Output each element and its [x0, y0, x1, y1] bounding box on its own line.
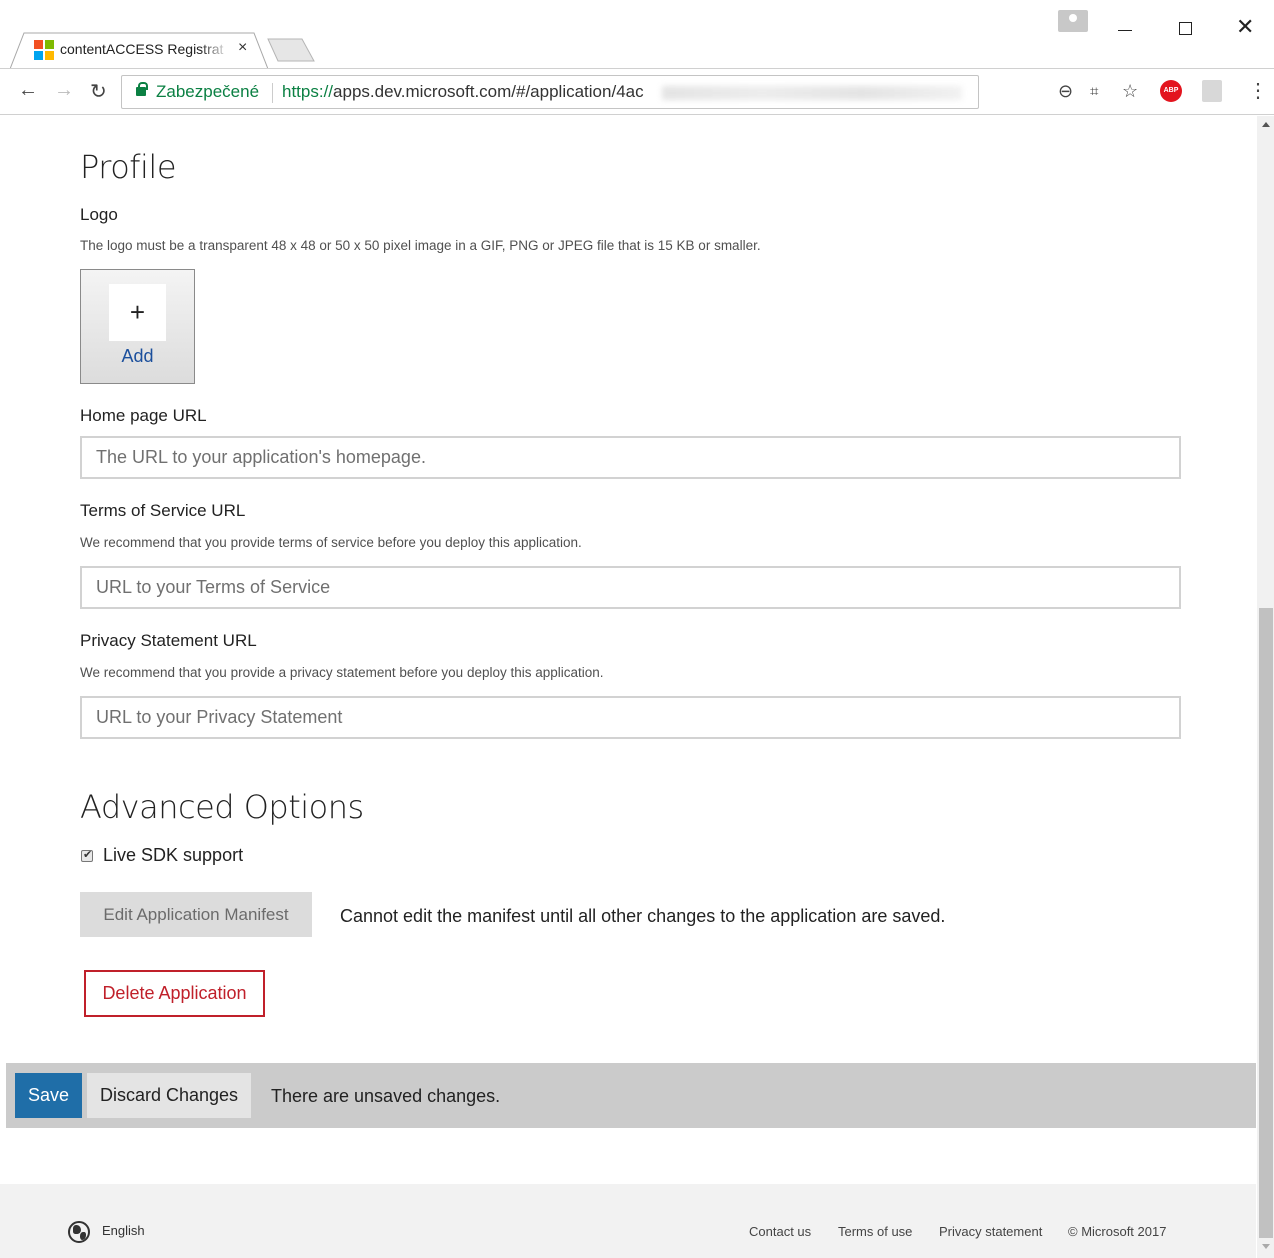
- browser-toolbar: ← → ↻ Zabezpečené https://apps.dev.micro…: [0, 68, 1274, 115]
- tos-label: Terms of Service URL: [80, 501, 246, 520]
- forward-arrow-icon[interactable]: →: [54, 79, 74, 102]
- save-button[interactable]: Save: [15, 1073, 82, 1118]
- privacy-label: Privacy Statement URL: [80, 631, 257, 650]
- logo-label: Logo: [80, 205, 118, 224]
- zoom-icon[interactable]: ⊖: [1058, 81, 1073, 102]
- profile-heading: Profile: [80, 148, 177, 186]
- privacy-statement-link[interactable]: Privacy statement: [939, 1224, 1042, 1239]
- delete-application-button[interactable]: Delete Application: [84, 970, 265, 1017]
- window-close-icon[interactable]: ✕: [1236, 14, 1254, 40]
- globe-icon[interactable]: [68, 1221, 90, 1243]
- url-redacted: [662, 86, 962, 100]
- scroll-up-icon[interactable]: [1262, 122, 1270, 127]
- back-arrow-icon[interactable]: ←: [18, 79, 38, 102]
- new-tab-button[interactable]: [266, 38, 316, 62]
- copyright: © Microsoft 2017: [1068, 1224, 1167, 1239]
- lock-icon: [136, 82, 148, 96]
- url-path: apps.dev.microsoft.com/#/application/4ac: [333, 82, 644, 101]
- tos-url-input[interactable]: [80, 566, 1181, 609]
- microsoft-logo-icon: [34, 40, 54, 60]
- logo-placeholder: +: [109, 284, 166, 341]
- privacy-url-input[interactable]: [80, 696, 1181, 739]
- profile-avatar-icon[interactable]: [1058, 10, 1088, 32]
- url-scheme: https://: [282, 82, 334, 101]
- unsaved-status: There are unsaved changes.: [271, 1086, 501, 1106]
- pdf-icon[interactable]: [1202, 80, 1222, 102]
- logo-hint: The logo must be a transparent 48 x 48 o…: [80, 238, 761, 253]
- language-selector[interactable]: English: [102, 1223, 145, 1238]
- address-separator: [272, 83, 273, 103]
- reload-icon[interactable]: ↻: [90, 79, 107, 104]
- star-icon[interactable]: ☆: [1122, 81, 1138, 102]
- tos-hint: We recommend that you provide terms of s…: [80, 535, 582, 550]
- live-sdk-label[interactable]: Live SDK support: [103, 845, 243, 866]
- live-sdk-checkbox[interactable]: [81, 848, 93, 862]
- tab-close-icon[interactable]: ×: [238, 39, 247, 57]
- window-maximize-icon[interactable]: [1179, 22, 1192, 35]
- contact-us-link[interactable]: Contact us: [749, 1224, 811, 1239]
- secure-label: Zabezpečené: [156, 82, 260, 101]
- scroll-down-icon[interactable]: [1262, 1244, 1270, 1249]
- homepage-url-input[interactable]: [80, 436, 1181, 479]
- manifest-note: Cannot edit the manifest until all other…: [340, 906, 946, 926]
- adblock-icon[interactable]: ABP: [1160, 80, 1182, 102]
- plus-icon: +: [129, 297, 146, 327]
- terms-of-use-link[interactable]: Terms of use: [838, 1224, 912, 1239]
- browser-titlebar: contentACCESS Registrat × ✕: [0, 0, 1274, 69]
- save-bar: Save Discard Changes There are unsaved c…: [6, 1063, 1256, 1128]
- discard-changes-button[interactable]: Discard Changes: [87, 1073, 251, 1118]
- privacy-hint: We recommend that you provide a privacy …: [80, 665, 604, 680]
- menu-icon[interactable]: ⋮: [1248, 78, 1268, 103]
- tab-title-fade: [200, 38, 230, 60]
- scrollbar-thumb[interactable]: [1259, 608, 1273, 1238]
- add-logo-label: Add: [121, 346, 154, 366]
- translate-icon[interactable]: ⌗: [1090, 83, 1098, 100]
- window-minimize-icon[interactable]: [1118, 30, 1132, 31]
- add-logo-button[interactable]: + Add: [80, 269, 195, 384]
- homepage-label: Home page URL: [80, 406, 207, 425]
- footer: English Contact us Terms of use Privacy …: [0, 1184, 1256, 1258]
- url-text: https://apps.dev.microsoft.com/#/applica…: [282, 82, 644, 102]
- address-bar[interactable]: Zabezpečené https://apps.dev.microsoft.c…: [121, 75, 979, 109]
- advanced-options-heading: Advanced Options: [80, 788, 364, 826]
- edit-manifest-button[interactable]: Edit Application Manifest: [80, 892, 312, 937]
